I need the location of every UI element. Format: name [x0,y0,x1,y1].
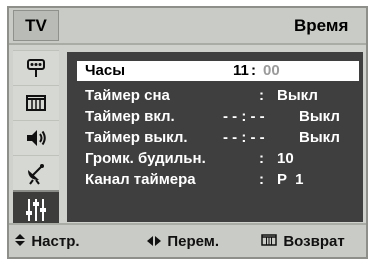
time-settings-panel: Часы 11 : 00 Таймер сна : Выкл Таймер вк… [67,52,363,222]
row-label: Часы [85,62,126,79]
menu-title: Время [294,16,349,35]
adjust-hint: Настр. [15,233,80,250]
menu-row-alarm-volume[interactable]: Громк. будильн. : 10 [77,149,359,169]
tv-label: TV [13,10,59,41]
row-label: Канал таймера [85,171,196,188]
up-down-arrows-icon [15,234,28,249]
row-value: Выкл [299,108,340,125]
clock-separator: : [251,62,256,79]
category-sidebar [13,50,59,228]
adjust-label: Настр. [31,233,80,250]
menu-icon [261,234,280,249]
row-value: Выкл [299,129,340,146]
antenna-icon[interactable] [13,50,59,84]
row-separator: : [259,150,264,167]
row-label: Таймер выкл. [85,129,188,146]
menu-footer: Настр. Перем. Возврат [9,223,366,257]
row-time: - - : - - [223,108,265,125]
tv-menu-window: TV Время Часы 11: 00 Таймер сна: Выкл … [7,6,368,259]
menu-row-timer-channel[interactable]: Канал таймера : P 1 [77,170,359,190]
row-value: P 1 [277,171,304,188]
row-label: Таймер сна [85,87,170,104]
row-value: 10 [277,150,294,167]
return-label: Возврат [283,233,345,250]
menu-row-clock[interactable]: Часы 11 : 00 [77,61,359,81]
row-time: - - : - - [223,129,265,146]
row-separator: : [259,87,264,104]
move-hint: Перем. [147,233,219,250]
menu-row-off-timer[interactable]: Таймер выкл. - - : - - Выкл [77,128,359,148]
picture-icon[interactable] [13,85,59,119]
row-label: Громк. будильн. [85,150,206,167]
clock-hours: 11 [233,62,249,79]
clock-minutes: 00 [263,62,280,79]
speaker-icon[interactable] [13,120,59,154]
row-separator: : [259,171,264,188]
menu-row-sleep-timer[interactable]: Таймер сна : Выкл [77,86,359,106]
row-value: Выкл [277,87,318,104]
move-label: Перем. [167,233,220,250]
row-label: Таймер вкл. [85,108,175,125]
left-right-arrows-icon [147,235,164,249]
menu-header: TV Время [9,8,366,45]
satellite-icon[interactable] [13,155,59,189]
menu-row-on-timer[interactable]: Таймер вкл. - - : - - Выкл [77,107,359,127]
return-hint: Возврат [261,233,345,250]
